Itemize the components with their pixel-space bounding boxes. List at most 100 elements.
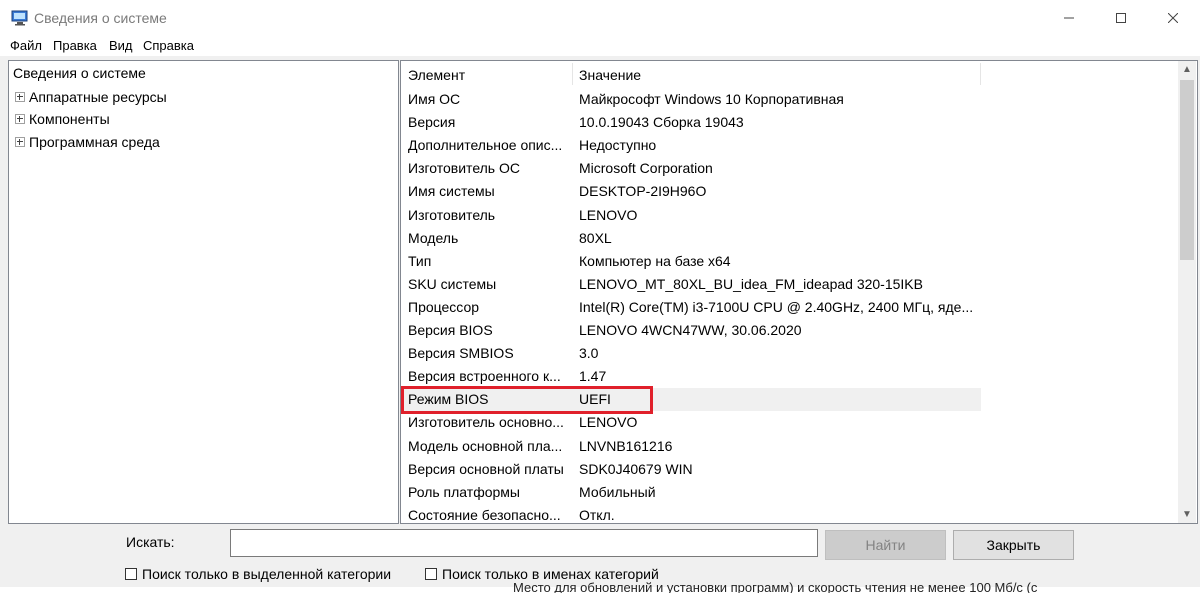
- cell-value: 1.47: [579, 368, 607, 385]
- cell-element: Модель: [408, 229, 459, 246]
- close-window-button[interactable]: [1150, 0, 1196, 36]
- table-row[interactable]: Версия встроенного к... 1.47: [401, 365, 981, 388]
- system-info-app-icon: [11, 10, 28, 26]
- minimize-button[interactable]: [1046, 0, 1092, 36]
- cell-value: 80XL: [579, 229, 612, 246]
- expand-icon[interactable]: [15, 114, 25, 124]
- menu-help[interactable]: Справка: [143, 38, 194, 53]
- expand-icon[interactable]: [15, 92, 25, 102]
- table-row[interactable]: Версия BIOS LENOVO 4WCN47WW, 30.06.2020: [401, 319, 981, 342]
- cell-element: Изготовитель ОС: [408, 160, 520, 177]
- cell-element: Модель основной пла...: [408, 437, 563, 454]
- column-divider[interactable]: [572, 63, 573, 85]
- table-row[interactable]: Версия 10.0.19043 Сборка 19043: [401, 111, 981, 134]
- cell-value: LENOVO: [579, 414, 638, 431]
- cell-element: Версия BIOS: [408, 322, 493, 338]
- menu-file[interactable]: Файл: [10, 38, 42, 53]
- cell-element: Состояние безопасно...: [408, 506, 561, 523]
- cell-element: Изготовитель: [408, 206, 496, 223]
- checkbox-label: Поиск только в выделенной категории: [142, 566, 392, 582]
- cell-value: Откл.: [579, 506, 615, 523]
- cell-element: Роль платформы: [408, 483, 520, 500]
- table-row[interactable]: Версия основной платы SDK0J40679 WIN: [401, 458, 981, 481]
- cell-value: LENOVO: [579, 206, 638, 223]
- table-row[interactable]: Процессор Intel(R) Core(TM) i3-7100U CPU …: [401, 296, 981, 319]
- cell-value: LENOVO 4WCN47WW, 30.06.2020: [579, 322, 802, 338]
- menu-edit[interactable]: Правка: [53, 38, 97, 53]
- cell-element: Дополнительное опис...: [408, 137, 563, 154]
- cell-value: Microsoft Corporation: [579, 160, 713, 177]
- cell-value: 3.0: [579, 345, 599, 362]
- cell-element: Имя системы: [408, 183, 495, 200]
- cell-element: SKU системы: [408, 275, 497, 292]
- close-button[interactable]: Закрыть: [953, 530, 1074, 560]
- tree-item-label: Программная среда: [29, 134, 160, 150]
- system-info-window: Сведения о системе Файл Правка Вид Справ…: [0, 0, 1200, 593]
- table-row[interactable]: Тип Компьютер на базе x64: [401, 250, 981, 273]
- find-button[interactable]: Найти: [825, 530, 946, 560]
- table-row[interactable]: Имя ОС Майкрософт Windows 10 Корпоративна…: [401, 88, 981, 111]
- tree-item-label: Аппаратные ресурсы: [29, 89, 167, 105]
- vertical-scrollbar[interactable]: ▲ ▼: [1178, 61, 1196, 523]
- table-row[interactable]: Изготовитель основно... LENOVO: [401, 411, 981, 434]
- highlight-annotation: [401, 386, 653, 414]
- search-selected-category-checkbox[interactable]: Поиск только в выделенной категории: [125, 566, 391, 582]
- cell-element: Процессор: [408, 298, 480, 315]
- column-divider[interactable]: [980, 63, 981, 85]
- close-icon: [1168, 13, 1178, 23]
- minimize-icon: [1064, 17, 1074, 19]
- table-row[interactable]: Роль платформы Мобильный: [401, 481, 981, 504]
- search-label: Искать:: [126, 534, 175, 550]
- table-row[interactable]: Дополнительное опис... Недоступно: [401, 134, 981, 157]
- menu-view[interactable]: Вид: [109, 38, 133, 53]
- cell-element: Версия основной платы: [408, 460, 564, 477]
- cell-element: Версия встроенного к...: [408, 368, 561, 385]
- cell-element: Тип: [408, 252, 432, 269]
- cell-value: Компьютер на базе x64: [579, 252, 731, 269]
- maximize-button[interactable]: [1098, 0, 1144, 36]
- scroll-thumb[interactable]: [1180, 80, 1194, 260]
- menu-bar: Файл Правка Вид Справка: [0, 36, 1200, 56]
- checkbox-icon[interactable]: [425, 568, 437, 580]
- cell-value: LENOVO_MT_80XL_BU_idea_FM_ideapad 320-15…: [579, 275, 923, 292]
- search-input[interactable]: [230, 529, 818, 557]
- cell-value: Мобильный: [579, 483, 656, 500]
- tree-item-components[interactable]: Компоненты: [15, 111, 110, 127]
- table-row[interactable]: SKU системы LENOVO_MT_80XL_BU_idea_FM_ide…: [401, 273, 981, 296]
- scroll-up-icon[interactable]: ▲: [1178, 61, 1196, 78]
- cell-value: DESKTOP-2I9H96O: [579, 183, 707, 200]
- table-row[interactable]: Модель основной пла... LNVNB161216: [401, 435, 981, 458]
- table-row[interactable]: Состояние безопасно... Откл.: [401, 504, 981, 523]
- cell-value: Недоступно: [579, 137, 657, 154]
- checkbox-icon[interactable]: [125, 568, 137, 580]
- cell-element: Версия SMBIOS: [408, 345, 514, 362]
- cell-value: LNVNB161216: [579, 437, 673, 454]
- maximize-icon: [1116, 13, 1126, 23]
- table-row[interactable]: Модель 80XL: [401, 227, 981, 250]
- table-row[interactable]: Изготовитель ОС Microsoft Corporation: [401, 157, 981, 180]
- cell-value: SDK0J40679 WIN: [579, 460, 693, 477]
- table-row[interactable]: Версия SMBIOS 3.0: [401, 342, 981, 365]
- tree-item-hardware-resources[interactable]: Аппаратные ресурсы: [15, 89, 167, 105]
- cell-element: Имя ОС: [408, 91, 461, 107]
- cell-element: Версия: [408, 114, 456, 131]
- title-bar: Сведения о системе: [0, 0, 1200, 36]
- category-tree: Сведения о системе Аппаратные ресурсы Ко…: [8, 60, 399, 524]
- table-row[interactable]: Изготовитель LENOVO: [401, 204, 981, 227]
- cell-value: 10.0.19043 Сборка 19043: [579, 114, 744, 131]
- cell-value: Майкрософт Windows 10 Корпоративная: [579, 91, 844, 107]
- cell-element: Изготовитель основно...: [408, 414, 564, 431]
- tree-item-software-environment[interactable]: Программная среда: [15, 134, 160, 150]
- tree-item-label: Компоненты: [29, 111, 110, 127]
- list-header: Элемент Значение: [401, 61, 981, 87]
- details-list: Элемент Значение Имя ОС Майкрософт Window…: [400, 60, 1198, 524]
- tree-root-system-summary[interactable]: Сведения о системе: [13, 65, 146, 81]
- column-header-value[interactable]: Значение: [579, 67, 641, 83]
- expand-icon[interactable]: [15, 137, 25, 147]
- cell-value: Intel(R) Core(TM) i3-7100U CPU @ 2.40GHz…: [579, 298, 974, 315]
- table-row[interactable]: Имя системы DESKTOP-2I9H96O: [401, 180, 981, 203]
- scroll-down-icon[interactable]: ▼: [1178, 506, 1196, 523]
- column-header-element[interactable]: Элемент: [408, 67, 465, 83]
- window-title: Сведения о системе: [34, 10, 167, 26]
- background-text: Место для обновлений и установки програм…: [513, 580, 1038, 593]
